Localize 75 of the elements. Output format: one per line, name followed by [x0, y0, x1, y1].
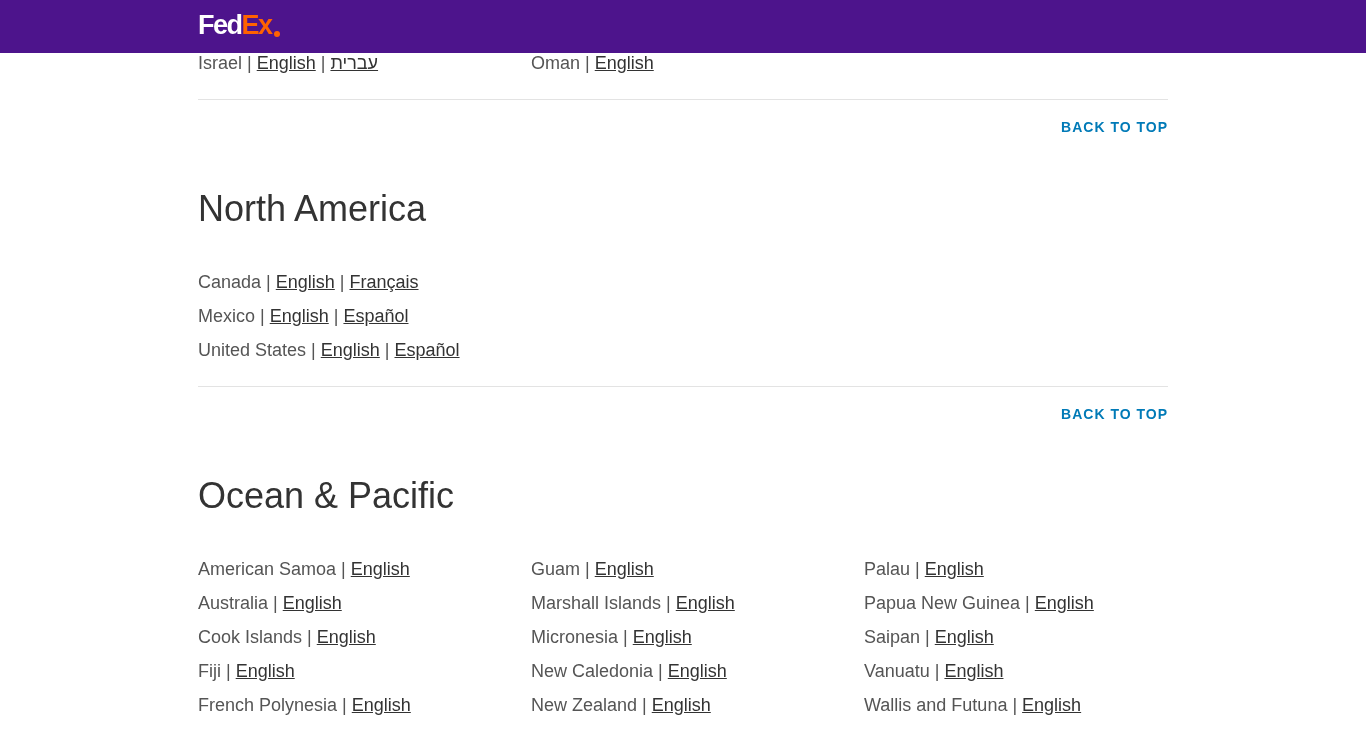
country-name: French Polynesia	[198, 694, 338, 716]
country-name: Papua New Guinea	[864, 592, 1021, 614]
language-link[interactable]: English	[275, 271, 335, 293]
logo-text[interactable]: Fed	[198, 12, 242, 39]
language-link[interactable]: English	[320, 339, 380, 361]
separator: |	[333, 305, 339, 327]
language-link[interactable]: English	[316, 626, 376, 648]
separator: |	[311, 339, 316, 361]
country-name: Fiji	[198, 660, 221, 682]
country-name: Wallis and Futuna	[864, 694, 1008, 716]
separator: |	[1025, 592, 1030, 614]
country-name: Micronesia	[531, 626, 619, 648]
language-link[interactable]: English	[1034, 592, 1094, 614]
language-link[interactable]: English	[924, 558, 984, 580]
country-name: Australia	[198, 592, 269, 614]
country-name: New Caledonia	[531, 660, 654, 682]
language-link[interactable]: Español	[394, 339, 460, 361]
language-link[interactable]: English	[1022, 694, 1082, 716]
language-link[interactable]: Français	[349, 271, 419, 293]
separator: |	[273, 592, 278, 614]
separator: |	[342, 694, 347, 716]
language-link[interactable]: עברית	[330, 52, 379, 74]
language-link[interactable]: English	[675, 592, 735, 614]
separator: |	[307, 626, 312, 648]
language-link[interactable]: English	[256, 52, 316, 74]
country-name: Vanuatu	[864, 660, 930, 682]
language-link[interactable]: English	[651, 694, 711, 716]
separator: |	[341, 558, 346, 580]
country-name: Saipan	[864, 626, 921, 648]
separator: |	[585, 52, 590, 74]
back-to-top-link[interactable]: BACK TO TOP	[1061, 406, 1168, 422]
separator: |	[339, 271, 345, 293]
separator: |	[226, 660, 231, 682]
language-link[interactable]: English	[351, 694, 411, 716]
country-name: Palau	[864, 558, 911, 580]
separator: |	[247, 52, 252, 74]
country-name: United States	[198, 339, 307, 361]
country-name: New Zealand	[531, 694, 638, 716]
separator: |	[1012, 694, 1018, 716]
language-link[interactable]: Español	[343, 305, 409, 327]
language-link[interactable]: English	[235, 660, 295, 682]
separator: |	[934, 660, 940, 682]
separator: |	[623, 626, 628, 648]
separator: |	[320, 52, 326, 74]
separator: |	[925, 626, 930, 648]
language-link[interactable]: English	[282, 592, 342, 614]
registered-mark-icon	[273, 31, 280, 37]
country-name: Cook Islands	[198, 626, 303, 648]
separator: |	[384, 339, 390, 361]
country-name: Oman	[531, 52, 581, 74]
back-to-top-link[interactable]: BACK TO TOP	[1061, 119, 1168, 135]
region-heading: North America	[198, 187, 428, 231]
language-link[interactable]: English	[594, 52, 654, 74]
separator: |	[642, 694, 647, 716]
logo-text[interactable]: Ex	[241, 12, 272, 39]
country-name: Marshall Islands	[531, 592, 662, 614]
country-name: American Samoa	[198, 558, 337, 580]
language-link[interactable]: English	[594, 558, 654, 580]
separator: |	[666, 592, 671, 614]
region-heading: Ocean & Pacific	[198, 474, 456, 518]
country-name: Mexico	[198, 305, 255, 327]
language-link[interactable]: English	[350, 558, 410, 580]
separator: |	[915, 558, 920, 580]
country-name: Canada	[198, 271, 262, 293]
separator: |	[266, 271, 271, 293]
separator: |	[260, 305, 265, 327]
country-name: Israel	[198, 52, 242, 74]
language-link[interactable]: English	[667, 660, 727, 682]
language-link[interactable]: English	[944, 660, 1004, 682]
separator: |	[658, 660, 663, 682]
language-link[interactable]: English	[632, 626, 692, 648]
country-name: Guam	[531, 558, 581, 580]
language-link[interactable]: English	[269, 305, 329, 327]
separator: |	[585, 558, 590, 580]
language-link[interactable]: English	[934, 626, 994, 648]
